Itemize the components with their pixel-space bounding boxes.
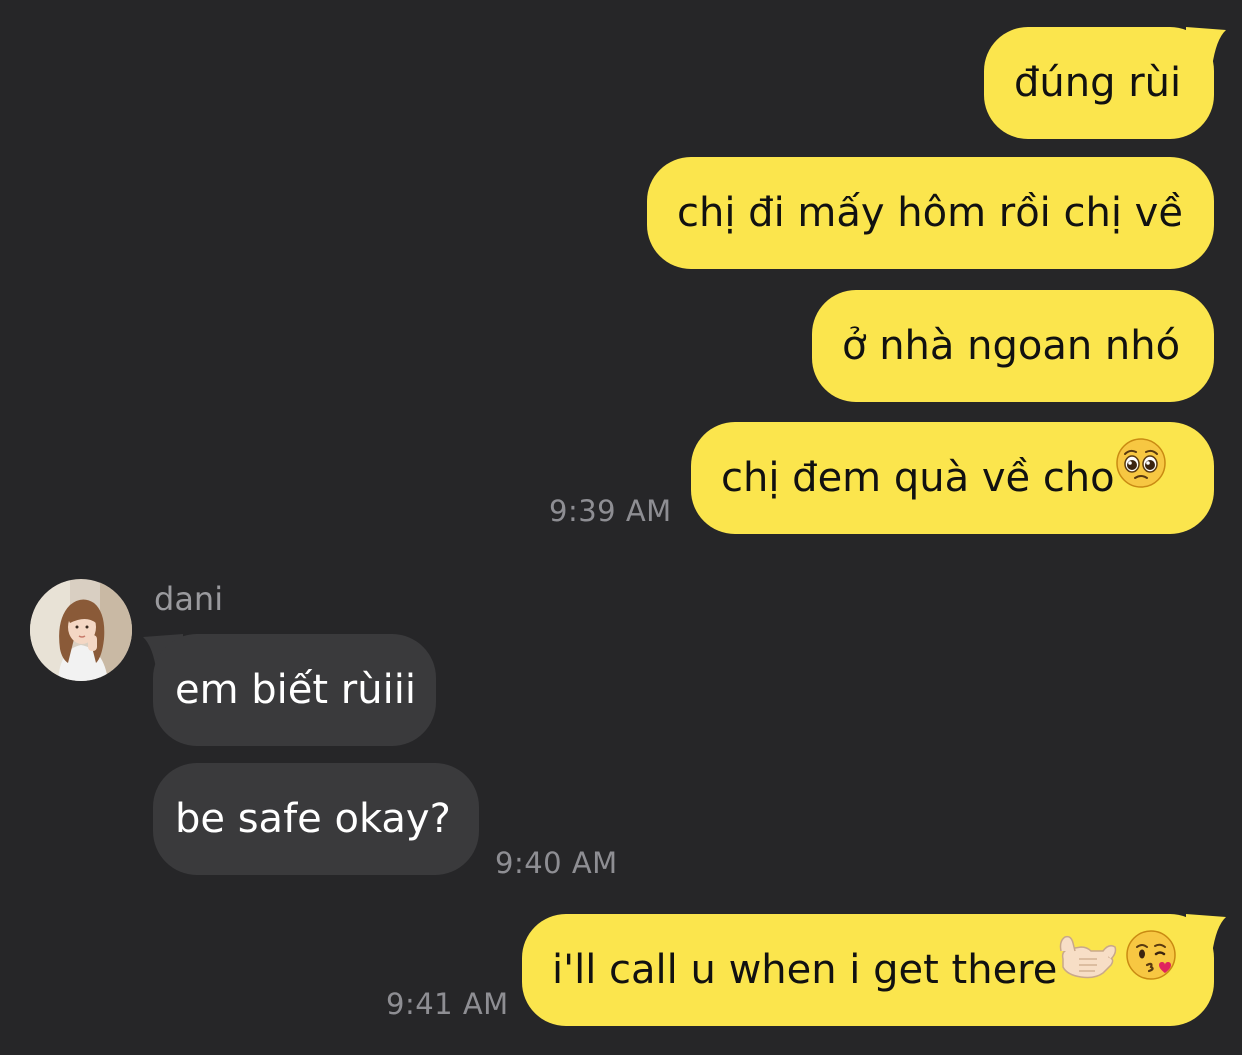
message-text: be safe okay? xyxy=(175,796,451,842)
outgoing-message-bubble[interactable]: chị đi mấy hôm rồi chị về xyxy=(647,157,1214,269)
outgoing-message-bubble[interactable]: ở nhà ngoan nhó xyxy=(812,290,1214,402)
pleading-face-icon xyxy=(1115,420,1167,532)
message-text: chị đi mấy hôm rồi chị về xyxy=(677,190,1183,236)
outgoing-message-bubble[interactable]: i'll call u when i get there xyxy=(522,914,1214,1026)
outgoing-message-bubble[interactable]: đúng rùi xyxy=(984,27,1214,139)
avatar[interactable] xyxy=(30,579,132,681)
timestamp: 9:39 AM xyxy=(549,494,672,528)
call-me-hand-icon xyxy=(1057,912,1117,1024)
message-text: i'll call u when i get there xyxy=(552,947,1058,993)
outgoing-message-bubble[interactable]: chị đem quà về cho xyxy=(691,422,1214,534)
sender-name: dani xyxy=(154,580,224,618)
message-text: chị đem quà về cho xyxy=(721,455,1115,501)
kiss-face-icon xyxy=(1125,912,1177,1024)
timestamp: 9:40 AM xyxy=(495,846,618,880)
message-text: em biết rùiii xyxy=(175,667,416,713)
bubble-tail xyxy=(1186,914,1226,954)
message-text: đúng rùi xyxy=(1014,60,1182,106)
bubble-tail xyxy=(1186,27,1226,67)
timestamp: 9:41 AM xyxy=(386,987,509,1021)
message-text: ở nhà ngoan nhó xyxy=(842,323,1181,369)
incoming-message-bubble[interactable]: em biết rùiii xyxy=(153,634,436,746)
incoming-message-bubble[interactable]: be safe okay? xyxy=(153,763,479,875)
